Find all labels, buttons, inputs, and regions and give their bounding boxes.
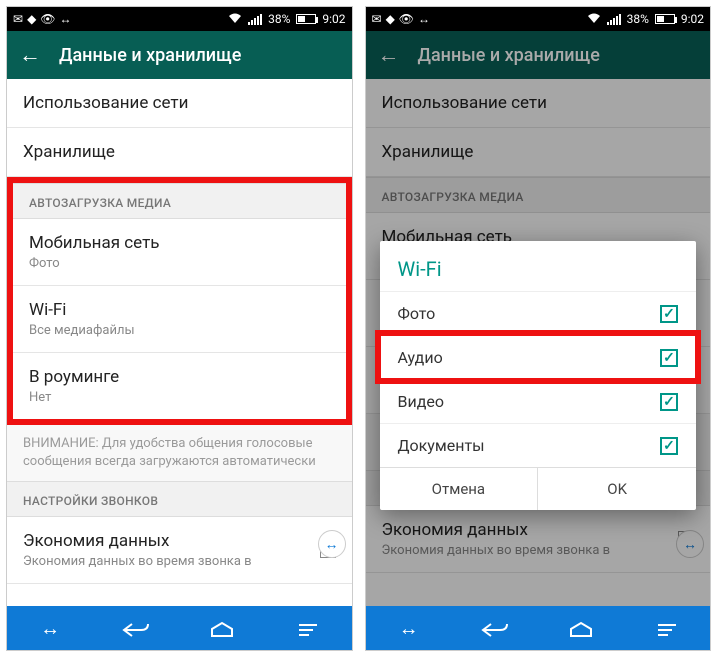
row-subtitle: Нет (29, 390, 330, 405)
nav-home-icon[interactable] (538, 616, 624, 640)
mail-icon: ✉ (13, 12, 23, 26)
tag-icon: ◆ (27, 12, 36, 26)
teamviewer-icon: ↔ (60, 12, 72, 26)
row-title: Хранилище (23, 142, 336, 162)
row-mobile-data[interactable]: Мобильная сеть Фото (13, 219, 346, 286)
tag-icon: ◆ (386, 12, 395, 26)
checkbox-photo[interactable] (660, 305, 678, 323)
screenshot-right: ✉ ◆ 👁 ↔ 38% 9:02 ← Данные и хранилище Ис… (365, 6, 712, 651)
signal-icon (248, 13, 262, 25)
nav-back-icon[interactable] (452, 616, 538, 640)
option-documents[interactable]: Документы (380, 423, 697, 467)
checkbox-audio[interactable] (660, 349, 678, 367)
section-header-autodownload: АВТОЗАГРУЗКА МЕДИА (366, 177, 711, 213)
dialog-title: Wi-Fi (380, 241, 697, 291)
row-subtitle: Экономия данных во время звонка в (382, 543, 611, 558)
eye-icon: 👁 (40, 12, 55, 26)
row-network-usage: Использование сети (366, 79, 711, 128)
teamviewer-badge[interactable]: ↔ (676, 530, 704, 558)
row-wifi[interactable]: Wi-Fi Все медиафайлы (13, 286, 346, 353)
appbar-title: Данные и хранилище (418, 45, 600, 66)
row-network-usage[interactable]: Использование сети (7, 79, 352, 128)
wifi-autodownload-dialog: Wi-Fi Фото Аудио Видео Документы Отмена … (380, 241, 697, 510)
wifi-icon (587, 12, 601, 27)
checkbox-documents[interactable] (660, 437, 678, 455)
row-title: Использование сети (382, 93, 695, 113)
option-video[interactable]: Видео (380, 379, 697, 423)
option-label: Фото (398, 304, 436, 323)
clock: 9:02 (322, 12, 345, 26)
row-storage[interactable]: Хранилище (7, 128, 352, 177)
row-subtitle: Все медиафайлы (29, 323, 330, 338)
mail-icon: ✉ (372, 12, 382, 26)
back-icon[interactable]: ← (19, 42, 41, 68)
nav-bar: ↔ (366, 606, 711, 650)
checkbox-low-data (678, 531, 694, 547)
app-bar: ← Данные и хранилище (366, 31, 711, 79)
battery-icon (655, 14, 675, 24)
screenshot-left: ✉ ◆ 👁 ↔ 38% 9:02 ← Данные и хранилище Ис… (6, 6, 353, 651)
battery-pct: 38% (627, 12, 649, 26)
checkbox-video[interactable] (660, 393, 678, 411)
appbar-title: Данные и хранилище (59, 45, 241, 66)
row-title: Wi-Fi (29, 300, 330, 320)
row-subtitle: Экономия данных во время звонка в (23, 554, 252, 569)
nav-home-icon[interactable] (179, 616, 265, 640)
info-note: ВНИМАНИЕ: Для удобства общения голосовые… (7, 425, 352, 481)
nav-teamviewer[interactable]: ↔ (366, 616, 452, 641)
nav-teamviewer[interactable]: ↔ (7, 616, 93, 641)
row-title: Экономия данных (23, 531, 252, 551)
app-bar: ← Данные и хранилище (7, 31, 352, 79)
battery-pct: 38% (268, 12, 290, 26)
row-title: Использование сети (23, 93, 336, 113)
highlight-autodownload: АВТОЗАГРУЗКА МЕДИА Мобильная сеть Фото W… (7, 177, 352, 425)
eye-icon: 👁 (399, 12, 414, 26)
nav-recents-icon[interactable] (265, 616, 351, 640)
option-label: Аудио (398, 348, 443, 367)
nav-back-icon[interactable] (93, 616, 179, 640)
option-label: Видео (398, 392, 444, 411)
battery-icon (296, 14, 316, 24)
settings-list-dimmed: Использование сети Хранилище АВТОЗАГРУЗК… (366, 79, 711, 606)
settings-list: Использование сети Хранилище АВТОЗАГРУЗК… (7, 79, 352, 606)
option-label: Документы (398, 436, 485, 455)
section-header-autodownload: АВТОЗАГРУЗКА МЕДИА (13, 183, 346, 219)
teamviewer-icon: ↔ (418, 12, 430, 26)
teamviewer-badge[interactable]: ↔ (318, 530, 346, 558)
row-low-data[interactable]: Экономия данных Экономия данных во время… (7, 517, 352, 584)
row-storage: Хранилище (366, 128, 711, 177)
clock: 9:02 (681, 12, 704, 26)
nav-bar: ↔ (7, 606, 352, 650)
status-bar: ✉ ◆ 👁 ↔ 38% 9:02 (366, 7, 711, 31)
option-audio[interactable]: Аудио (380, 335, 697, 379)
cancel-button[interactable]: Отмена (380, 468, 539, 510)
wifi-icon (228, 12, 242, 27)
ok-button[interactable]: OK (538, 468, 696, 510)
row-subtitle: Фото (29, 256, 330, 271)
option-photo[interactable]: Фото (380, 291, 697, 335)
row-low-data: Экономия данных Экономия данных во время… (366, 506, 711, 573)
row-title: Мобильная сеть (29, 233, 330, 253)
row-roaming[interactable]: В роуминге Нет (13, 353, 346, 419)
section-header-calls: НАСТРОЙКИ ЗВОНКОВ (7, 481, 352, 517)
row-title: Хранилище (382, 142, 695, 162)
row-title: Экономия данных (382, 520, 611, 540)
signal-icon (607, 13, 621, 25)
dialog-actions: Отмена OK (380, 467, 697, 510)
nav-recents-icon[interactable] (624, 616, 710, 640)
status-bar: ✉ ◆ 👁 ↔ 38% 9:02 (7, 7, 352, 31)
row-title: В роуминге (29, 367, 330, 387)
back-icon: ← (378, 42, 400, 68)
